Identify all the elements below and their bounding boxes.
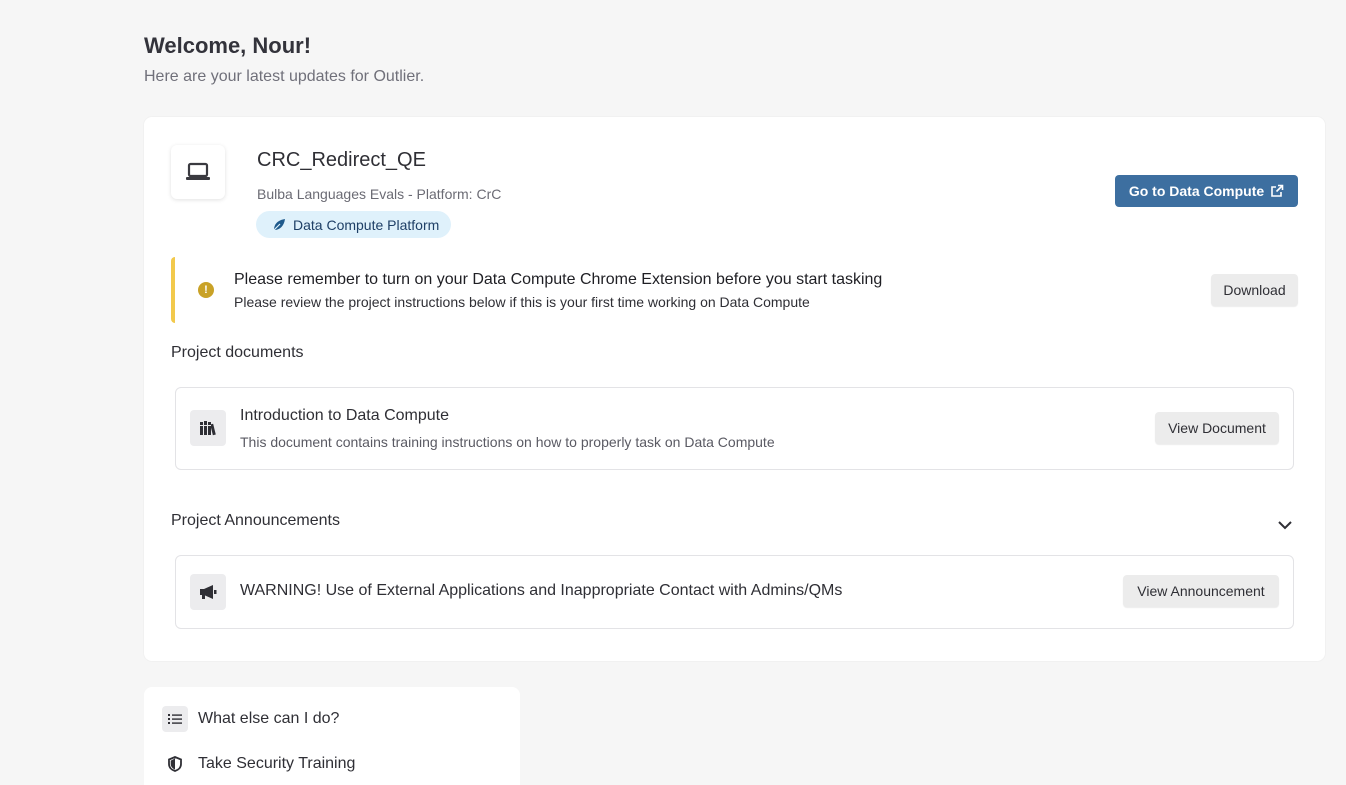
shield-icon: [168, 756, 182, 772]
go-to-data-compute-button[interactable]: Go to Data Compute: [1115, 175, 1298, 207]
laptop-icon: [186, 162, 210, 180]
exclamation-icon: !: [198, 282, 214, 298]
page-subtitle: Here are your latest updates for Outlier…: [144, 68, 425, 85]
what-else-heading: What else can I do?: [198, 710, 340, 727]
take-security-training-link[interactable]: Take Security Training: [198, 755, 355, 773]
leaf-icon: [273, 218, 285, 230]
books-icon: [200, 421, 216, 436]
list-icon-tile: [162, 706, 188, 732]
dashboard-page: Welcome, Nour! Here are your latest upda…: [0, 0, 1346, 785]
document-item: Introduction to Data Compute This docume…: [175, 387, 1294, 470]
announcement-icon-tile: [190, 574, 226, 610]
alert-title: Please remember to turn on your Data Com…: [234, 271, 883, 288]
view-document-button[interactable]: View Document: [1155, 412, 1279, 444]
announcement-title: WARNING! Use of External Applications an…: [240, 582, 843, 599]
project-card: CRC_Redirect_QE Bulba Languages Evals - …: [144, 117, 1325, 661]
extension-alert: ! Please remember to turn on your Data C…: [171, 257, 1299, 323]
page-title: Welcome, Nour!: [144, 33, 312, 58]
chevron-down-icon[interactable]: [1275, 515, 1295, 535]
document-title: Introduction to Data Compute: [240, 407, 450, 424]
platform-tag: Data Compute Platform: [256, 211, 452, 238]
project-icon-tile: [171, 145, 225, 199]
project-name: CRC_Redirect_QE: [257, 149, 426, 171]
view-announcement-button[interactable]: View Announcement: [1123, 575, 1279, 607]
document-description: This document contains training instruct…: [240, 434, 775, 450]
document-icon-tile: [190, 410, 226, 446]
list-icon: [168, 714, 182, 724]
megaphone-icon: [200, 585, 217, 599]
announcement-item: WARNING! Use of External Applications an…: [175, 555, 1294, 629]
alert-text: Please review the project instructions b…: [234, 294, 810, 310]
what-else-card: What else can I do? Take Security Traini…: [144, 687, 520, 785]
project-meta: Bulba Languages Evals - Platform: CrC: [257, 186, 502, 202]
project-documents-heading: Project documents: [171, 344, 304, 361]
go-to-data-compute-label: Go to Data Compute: [1128, 183, 1265, 199]
platform-tag-label: Data Compute Platform: [293, 216, 440, 233]
external-link-icon: [1271, 184, 1284, 197]
download-button[interactable]: Download: [1211, 274, 1298, 306]
project-announcements-heading: Project Announcements: [171, 512, 340, 529]
